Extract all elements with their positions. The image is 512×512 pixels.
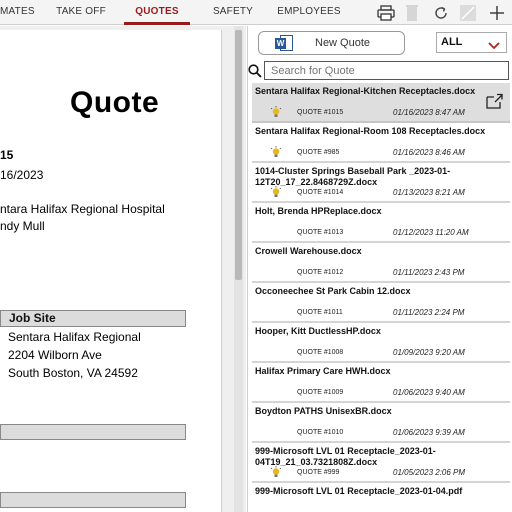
edit-icon[interactable] [458, 3, 478, 23]
refresh-icon[interactable] [431, 3, 451, 23]
quote-meta: QUOTE #999 01/05/2023 2:06 PM [252, 466, 510, 478]
quote-meta: QUOTE #1008 01/09/2023 9:20 AM [252, 346, 510, 358]
chevron-down-icon [488, 38, 500, 57]
doc-section-band [0, 424, 186, 440]
list-item[interactable]: 1014-Cluster Springs Baseball Park _2023… [252, 163, 510, 203]
search-icon [248, 64, 262, 78]
quote-number: QUOTE #1010 [297, 429, 344, 436]
quote-meta: QUOTE #985 01/16/2023 8:46 AM [252, 146, 510, 158]
list-item[interactable]: 999-Microsoft LVL 01 Receptacle_2023-01-… [252, 443, 510, 483]
quote-number: QUOTE #1014 [297, 189, 344, 196]
quotes-panel: W New Quote ALL Sentara Halifax Regional… [247, 26, 512, 512]
tab-quotes[interactable]: QUOTES [124, 0, 190, 25]
quote-file-name: Halifax Primary Care HWH.docx [255, 366, 391, 376]
quote-file-name: Boydton PATHS UnisexBR.docx [255, 406, 392, 416]
quote-number: QUOTE #985 [297, 149, 340, 156]
filter-value: ALL [441, 36, 463, 48]
list-item[interactable]: Occoneechee St Park Cabin 12.docx QUOTE #… [252, 283, 510, 323]
list-item[interactable]: Sentara Halifax Regional-Kitchen Recepta… [252, 83, 510, 123]
document-preview: Quote 15 16/2023 ntara Halifax Regional … [0, 26, 246, 512]
tab-take-off[interactable]: TAKE OFF [52, 0, 110, 25]
quote-date: 01/06/2023 9:39 AM [393, 428, 465, 437]
quote-number: QUOTE #1015 [297, 109, 344, 116]
list-item[interactable]: Boydton PATHS UnisexBR.docx QUOTE #1010 01… [252, 403, 510, 443]
doc-section-band [0, 492, 186, 508]
tab-estimates[interactable]: MATES [0, 0, 35, 25]
quote-file-name: Holt, Brenda HPReplace.docx [255, 206, 382, 216]
quote-file-name: Occoneechee St Park Cabin 12.docx [255, 286, 411, 296]
quote-date: 01/11/2023 2:24 PM [393, 308, 465, 317]
document-page: Quote 15 16/2023 ntara Halifax Regional … [0, 30, 222, 512]
quote-date: 01/06/2023 9:40 AM [393, 388, 465, 397]
doc-contact: ndy Mull [0, 219, 45, 233]
open-external-icon[interactable] [486, 93, 504, 109]
scrollbar-thumb[interactable] [235, 30, 242, 280]
list-item[interactable]: Hooper, Kitt DuctlessHP.docx QUOTE #1008 0… [252, 323, 510, 363]
document-title: Quote [70, 86, 160, 119]
lightbulb-icon [270, 106, 282, 118]
lightbulb-icon [270, 146, 282, 158]
quote-number: QUOTE #1009 [297, 389, 344, 396]
quote-meta: QUOTE #1010 01/06/2023 9:39 AM [252, 426, 510, 438]
quote-meta: QUOTE #1014 01/13/2023 8:21 AM [252, 186, 510, 198]
quote-date: 01/05/2023 2:06 PM [393, 468, 466, 477]
doc-date: 16/2023 [0, 168, 44, 182]
job-site-name: Sentara Halifax Regional [8, 330, 141, 344]
search-input[interactable] [264, 61, 509, 80]
doc-customer: ntara Halifax Regional Hospital [0, 202, 165, 216]
quote-date: 01/11/2023 2:43 PM [393, 268, 465, 277]
lightbulb-icon [270, 186, 282, 198]
quote-meta: QUOTE #1012 01/11/2023 2:43 PM [252, 266, 510, 278]
top-nav-bar: MATES TAKE OFF QUOTES SAFETY EMPLOYEES [0, 0, 512, 25]
tab-safety[interactable]: SAFETY [206, 0, 260, 25]
job-site-street: 2204 Wilborn Ave [8, 348, 102, 362]
quote-file-name: Sentara Halifax Regional-Room 108 Recept… [255, 126, 486, 136]
new-quote-button[interactable]: W New Quote [258, 31, 405, 55]
plus-icon[interactable] [487, 3, 507, 23]
quote-filter-select[interactable]: ALL [436, 32, 507, 53]
quote-number: QUOTE #1008 [297, 349, 344, 356]
quote-meta: QUOTE #1011 01/11/2023 2:24 PM [252, 306, 510, 318]
lightbulb-icon [270, 466, 282, 478]
quote-number: QUOTE #1011 [297, 309, 343, 316]
quote-list[interactable]: Sentara Halifax Regional-Kitchen Recepta… [252, 83, 510, 512]
job-site-city: South Boston, VA 24592 [8, 366, 138, 380]
trash-icon[interactable] [402, 3, 422, 23]
quote-file-name: Sentara Halifax Regional-Kitchen Recepta… [255, 86, 476, 96]
quote-meta: QUOTE #1015 01/16/2023 8:47 AM [252, 106, 510, 118]
document-scrollbar[interactable] [234, 26, 243, 512]
quote-meta: QUOTE #1013 01/12/2023 11:20 AM [252, 226, 510, 238]
quote-file-name: Hooper, Kitt DuctlessHP.docx [255, 326, 381, 336]
new-quote-label: New Quote [315, 37, 371, 49]
quote-date: 01/16/2023 8:47 AM [393, 108, 465, 117]
quote-number: QUOTE #999 [297, 469, 340, 476]
list-item[interactable]: Holt, Brenda HPReplace.docx QUOTE #1013 01… [252, 203, 510, 243]
quote-number: QUOTE #1013 [297, 229, 344, 236]
list-item[interactable]: Crowell Warehouse.docx QUOTE #1012 01/11/2… [252, 243, 510, 283]
printer-icon[interactable] [376, 3, 396, 23]
tab-employees[interactable]: EMPLOYEES [276, 0, 342, 25]
list-item[interactable]: Halifax Primary Care HWH.docx QUOTE #1009… [252, 363, 510, 403]
list-item[interactable]: Sentara Halifax Regional-Room 108 Recept… [252, 123, 510, 163]
doc-quote-number: 15 [0, 148, 14, 162]
quote-file-name: 999-Microsoft LVL 01 Receptacle_2023-01-… [255, 486, 463, 496]
quote-number: QUOTE #1012 [297, 269, 344, 276]
word-document-icon: W [275, 35, 293, 51]
quote-date: 01/12/2023 11:20 AM [393, 228, 469, 237]
job-site-header: Job Site [0, 310, 186, 327]
quote-date: 01/16/2023 8:46 AM [393, 148, 465, 157]
list-item[interactable]: 999-Microsoft LVL 01 Receptacle_2023-01-… [252, 483, 510, 512]
quote-file-name: 999-Microsoft LVL 01 Receptacle_2023-01-… [255, 446, 436, 467]
quote-date: 01/09/2023 9:20 AM [393, 348, 465, 357]
quote-file-name: Crowell Warehouse.docx [255, 246, 362, 256]
quote-file-name: 1014-Cluster Springs Baseball Park _2023… [255, 166, 451, 187]
quote-date: 01/13/2023 8:21 AM [393, 188, 465, 197]
quote-meta: QUOTE #1009 01/06/2023 9:40 AM [252, 386, 510, 398]
